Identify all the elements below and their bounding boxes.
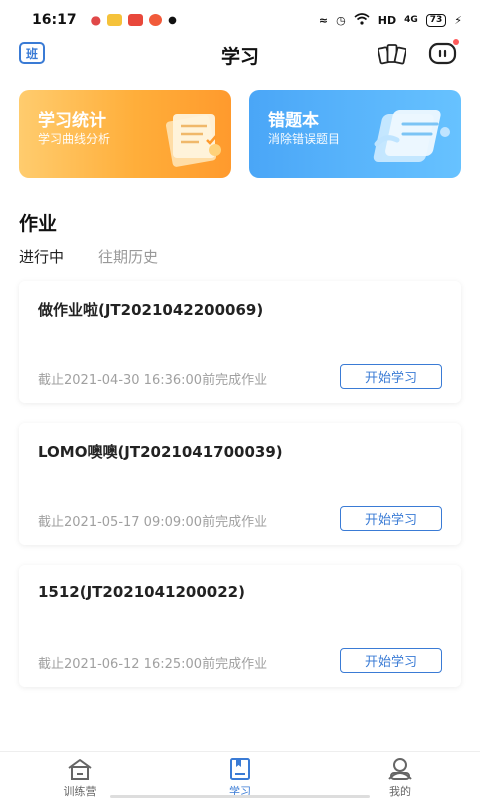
wifi-icon (354, 12, 370, 28)
nav-study[interactable]: 学习 (160, 752, 320, 800)
message-icon[interactable] (428, 41, 458, 67)
start-study-button[interactable]: 开始学习 (340, 648, 442, 673)
study-stats-card[interactable]: 学习统计 学习曲线分析 (19, 90, 231, 178)
homework-title: 1512(JT2021041200022) (38, 583, 245, 601)
tab-in-progress[interactable]: 进行中 (19, 246, 64, 267)
notebook-icon (373, 104, 457, 176)
start-study-button[interactable]: 开始学习 (340, 364, 442, 389)
start-study-button[interactable]: 开始学习 (340, 506, 442, 531)
more-dot-icon: ● (168, 14, 177, 26)
wrong-book-title: 错题本 (268, 111, 319, 131)
unread-dot (453, 39, 459, 45)
nav-label: 训练营 (63, 785, 97, 798)
social-app-icon (128, 14, 144, 26)
homework-section-title: 作业 (19, 213, 58, 235)
cards-icon[interactable] (377, 42, 407, 66)
wrong-book-card[interactable]: 错题本 消除错误题目 (249, 90, 461, 178)
alarm-icon: ◷ (336, 13, 346, 27)
homework-deadline: 截止2021-06-12 16:25:00前完成作业 (38, 657, 268, 672)
battery-icon: 73 (425, 13, 447, 27)
message-app-icon (107, 14, 123, 26)
homework-deadline: 截止2021-05-17 09:09:00前完成作业 (38, 515, 268, 530)
charging-icon: ⚡ (454, 13, 462, 27)
weibo-icon (149, 14, 163, 26)
clipboard-icon (159, 104, 227, 174)
bottom-nav: 训练营 学习 我的 (0, 751, 480, 800)
status-right: ≈ ◷ HD 4G 73 ⚡ (318, 12, 462, 28)
homework-title: LOMO噢噢(JT2021041700039) (38, 443, 283, 461)
app-header: 班 学习 (0, 39, 480, 70)
homework-card[interactable]: 1512(JT2021041200022) 截止2021-06-12 16:25… (19, 565, 461, 687)
notification-icons: ● ● (91, 13, 177, 27)
location-icon: ● (90, 13, 102, 27)
homework-deadline: 截止2021-04-30 16:36:00前完成作业 (38, 373, 268, 388)
signal-label: 4G (404, 15, 418, 25)
study-stats-title: 学习统计 (38, 111, 106, 131)
book-icon (230, 758, 250, 780)
network-label: HD (377, 13, 397, 27)
nav-mine[interactable]: 我的 (320, 752, 480, 800)
status-time: 16:17 (32, 12, 77, 28)
tab-history[interactable]: 往期历史 (98, 246, 158, 267)
status-bar: 16:17 ● ● ≈ ◷ HD 4G 73 ⚡ (0, 0, 480, 40)
study-stats-subtitle: 学习曲线分析 (38, 132, 111, 146)
home-indicator[interactable] (110, 795, 370, 798)
homework-tabs: 进行中 往期历史 (19, 246, 158, 267)
vibrate-icon: ≈ (318, 13, 329, 27)
homework-card[interactable]: 做作业啦(JT2021042200069) 截止2021-04-30 16:36… (19, 281, 461, 403)
homework-card[interactable]: LOMO噢噢(JT2021041700039) 截止2021-05-17 09:… (19, 423, 461, 545)
nav-training-camp[interactable]: 训练营 (0, 752, 160, 800)
wrong-book-subtitle: 消除错误题目 (268, 132, 341, 146)
person-icon (388, 758, 412, 780)
nav-label: 我的 (389, 785, 411, 798)
homework-title: 做作业啦(JT2021042200069) (38, 301, 264, 319)
house-icon (68, 759, 92, 780)
page-title: 学习 (220, 46, 259, 68)
